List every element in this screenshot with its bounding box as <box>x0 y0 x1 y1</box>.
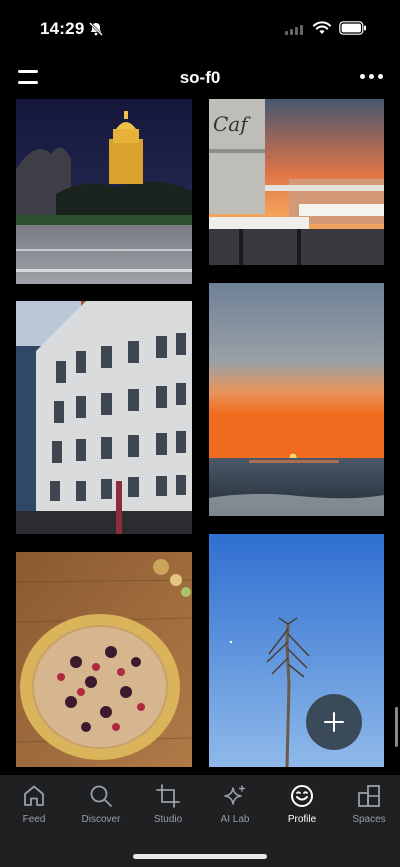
spaces-icon <box>358 785 380 807</box>
status-bar: 14:29 <box>0 0 400 60</box>
photo-berry-tart[interactable] <box>16 552 192 767</box>
tab-ai-lab[interactable]: AI Lab <box>201 783 269 835</box>
tab-spaces[interactable]: Spaces <box>335 783 400 835</box>
sparkle-icon <box>224 785 246 805</box>
scrollbar-thumb[interactable] <box>395 707 398 747</box>
status-time: 14:29 <box>40 19 85 38</box>
tab-label: Profile <box>287 814 317 825</box>
smiley-icon <box>291 785 313 807</box>
search-icon <box>90 785 112 807</box>
photo-ornate-building[interactable] <box>16 301 192 534</box>
tab-feed[interactable]: Feed <box>0 783 68 835</box>
more-options-icon[interactable] <box>360 74 384 80</box>
wifi-icon <box>313 21 331 34</box>
tab-label: Discover <box>81 814 121 825</box>
battery-icon <box>339 21 366 35</box>
tab-label: Spaces <box>352 814 386 825</box>
tab-studio[interactable]: Studio <box>134 783 202 835</box>
crop-icon <box>156 784 180 808</box>
photo-city-hall-night[interactable] <box>16 99 192 284</box>
photo-ocean-sunset[interactable] <box>209 283 384 516</box>
add-button[interactable] <box>306 694 362 750</box>
home-indicator[interactable] <box>133 854 267 859</box>
header: so-f0 <box>0 60 400 96</box>
tab-label: AI Lab <box>220 814 250 825</box>
page-title: so-f0 <box>179 68 221 87</box>
tab-label: Feed <box>22 814 46 825</box>
svg-text:Caf: Caf <box>213 112 251 136</box>
tab-label: Studio <box>153 814 183 825</box>
photo-pier-sunset[interactable]: Caf <box>209 99 384 265</box>
tab-discover[interactable]: Discover <box>67 783 135 835</box>
signal-icon <box>285 25 303 35</box>
home-icon <box>24 785 44 806</box>
bell-off-icon <box>89 22 103 36</box>
tab-profile[interactable]: Profile <box>268 783 336 835</box>
